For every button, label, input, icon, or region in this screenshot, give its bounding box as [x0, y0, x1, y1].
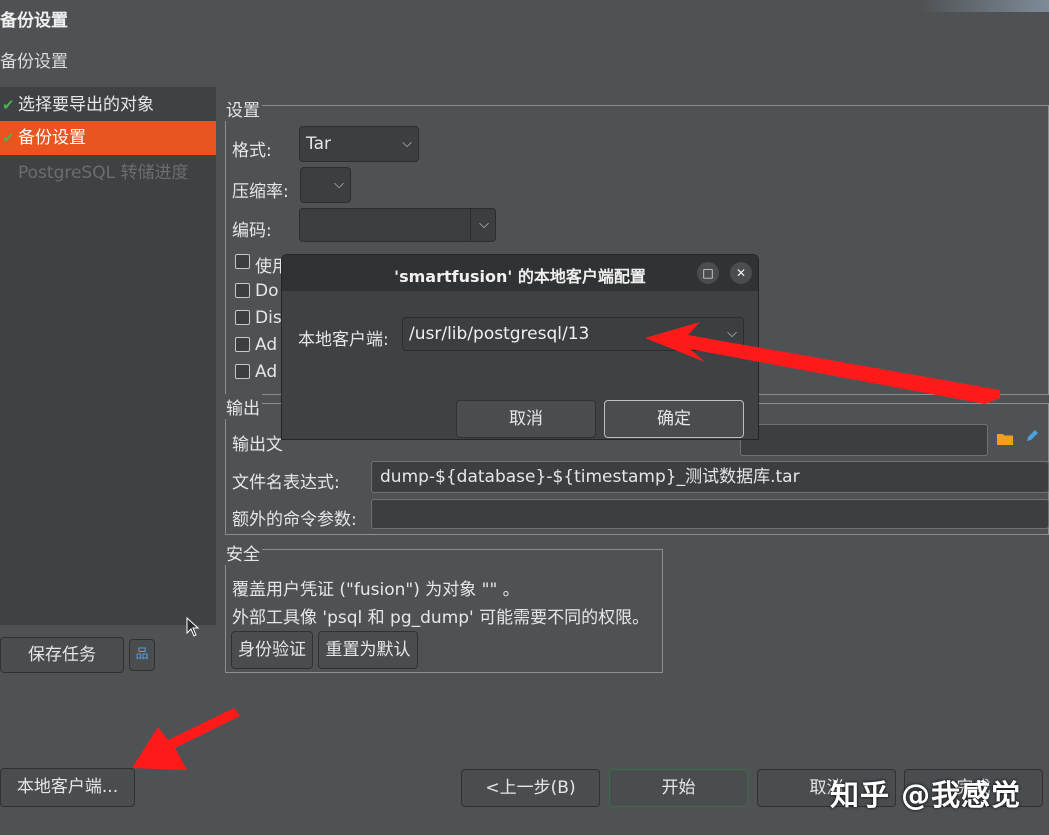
red-arrow-to-local-client-select: [645, 322, 1000, 404]
red-arrow-to-local-client-button: [132, 708, 240, 770]
annotation-arrows: [132, 322, 1000, 770]
watermark-text: 知乎 @我感觉: [830, 778, 1022, 812]
